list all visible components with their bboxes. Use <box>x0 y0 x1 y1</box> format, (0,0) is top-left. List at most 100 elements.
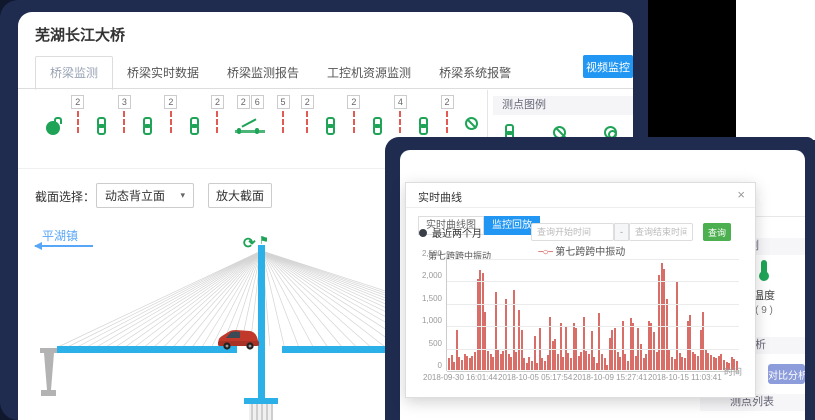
bridge-tower <box>258 245 265 398</box>
deck-gap-right <box>265 346 282 353</box>
gridline <box>447 349 739 350</box>
section-select-dropdown[interactable]: 动态背立面 ▾ <box>96 183 194 208</box>
section-select-label: 截面选择： <box>35 188 95 205</box>
enlarge-section-button[interactable]: 放大截面 <box>208 183 272 208</box>
dash-icon <box>353 111 355 133</box>
flag-sensor-icon: ⚑ <box>259 235 269 247</box>
bridge-sensor[interactable]: 26 <box>235 95 265 141</box>
sensor-count-badge: 2 <box>347 95 360 109</box>
chain-sensor[interactable] <box>96 95 107 135</box>
query-end-time-input[interactable] <box>629 223 693 241</box>
sensor-count-badge: 2 <box>71 95 84 109</box>
tabbar-divider <box>18 88 633 89</box>
dash-icon <box>77 111 79 133</box>
y-tick-label: 500 <box>408 339 442 348</box>
chain-sensor[interactable] <box>418 95 429 135</box>
chart-x-axis-labels: 2018-09-30 16:01:442018-10-05 05:17:5420… <box>446 373 746 383</box>
sensor-count-badge: 2 <box>301 95 314 109</box>
legend-marker-icon: −○− <box>538 247 553 258</box>
sensor-count-badge: 5 <box>277 95 290 109</box>
dash-sensor[interactable]: 2 <box>301 95 314 133</box>
tab-4[interactable]: 桥梁系统报警 <box>425 57 525 89</box>
chart-plot[interactable] <box>446 259 738 371</box>
y-tick-label: 1,500 <box>408 294 442 303</box>
gridline <box>447 304 739 305</box>
chain-icon <box>325 117 336 135</box>
dash-icon <box>170 111 172 133</box>
x-tick-label: 2018-10-09 15:27:41 <box>573 373 647 382</box>
close-icon[interactable]: × <box>737 187 745 202</box>
chain-sensor[interactable] <box>325 95 336 135</box>
chain-sensor[interactable] <box>189 95 200 135</box>
compare-analysis-button[interactable]: 对比分析 <box>768 364 805 384</box>
gridline <box>447 371 739 372</box>
dash-icon <box>216 111 218 133</box>
y-tick-label: 2,500 <box>408 249 442 258</box>
chain-icon <box>142 117 153 135</box>
bridge-icon <box>235 121 265 141</box>
chain-icon <box>372 117 383 135</box>
chain-icon <box>418 117 429 135</box>
legend-label: 第七跨跨中振动 <box>555 247 625 258</box>
x-tick-label: 2018-09-30 16:01:44 <box>423 373 497 382</box>
dash-sensor[interactable]: 2 <box>71 95 84 133</box>
chain-sensor[interactable] <box>142 95 153 135</box>
y-tick-label: 2,000 <box>408 271 442 280</box>
dialog-title: 实时曲线 <box>418 189 462 205</box>
ban-icon <box>465 117 478 130</box>
gridline <box>447 281 739 282</box>
tab-3[interactable]: 工控机资源监测 <box>313 57 425 89</box>
radio-icon <box>419 229 427 237</box>
dash-sensor[interactable]: 2 <box>211 95 224 133</box>
dash-icon <box>123 111 125 133</box>
query-button[interactable]: 查询 <box>703 223 731 241</box>
range-separator: - <box>614 223 629 241</box>
y-tick-label: 0 <box>408 361 442 370</box>
weight-icon <box>46 121 60 135</box>
x-tick-label: 2018-10-15 11:03:41 <box>648 373 722 382</box>
query-start-time-input[interactable] <box>531 223 614 241</box>
dash-sensor[interactable]: 4 <box>394 95 407 133</box>
sensor-count-badge: 3 <box>118 95 131 109</box>
page-title: 芜湖长江大桥 <box>35 24 125 45</box>
rotation-sensor-icon: ⟳ <box>243 235 256 252</box>
y-tick-label: 1,000 <box>408 316 442 325</box>
legend-panel-header: 测点图例 <box>493 96 633 115</box>
badge-pair: 26 <box>237 95 264 109</box>
sensor-count-badge: 2 <box>164 95 177 109</box>
chart-x-axis-title: 时间 <box>724 365 742 378</box>
dash-sensor[interactable]: 2 <box>347 95 360 133</box>
dash-icon <box>399 111 401 133</box>
sensor-count-badge: 6 <box>251 95 264 109</box>
main-tabbar: 桥梁监测桥梁实时数据桥梁监测报告工控机资源监测桥梁系统报警 <box>35 58 617 89</box>
pier-cap <box>244 398 278 404</box>
dash-icon <box>282 111 284 133</box>
dash-sensor[interactable]: 2 <box>441 95 454 133</box>
chain-icon <box>96 117 107 135</box>
chain-sensor[interactable] <box>372 95 383 135</box>
weight-sensor[interactable] <box>46 95 60 135</box>
abutment <box>40 348 57 396</box>
ban-sensor[interactable] <box>465 95 478 130</box>
dash-icon <box>306 111 308 133</box>
chart-y-axis-labels: 05001,0001,5002,0002,500 <box>408 253 444 365</box>
black-backdrop <box>648 0 736 140</box>
dash-sensor[interactable]: 5 <box>277 95 290 133</box>
video-monitor-button[interactable]: 视频监控 <box>583 55 633 78</box>
sensor-count-badge: 2 <box>441 95 454 109</box>
sensor-count-badge: 4 <box>394 95 407 109</box>
tab-2[interactable]: 桥梁监测报告 <box>213 57 313 89</box>
pier-body <box>249 404 273 420</box>
tab-1[interactable]: 桥梁实时数据 <box>113 57 213 89</box>
chain-icon <box>189 117 200 135</box>
chart-bars <box>448 259 738 370</box>
white-backdrop <box>736 0 815 140</box>
dash-sensor[interactable]: 3 <box>118 95 131 133</box>
recent-two-months-radio[interactable]: 最近两个月 <box>419 225 482 240</box>
screen: 芜湖长江大桥 桥梁监测桥梁实时数据桥梁监测报告工控机资源监测桥梁系统报警 视频监… <box>0 0 815 420</box>
gridline <box>447 326 739 327</box>
tab-0[interactable]: 桥梁监测 <box>35 56 113 90</box>
dash-icon <box>446 111 448 133</box>
dash-sensor[interactable]: 2 <box>164 95 177 133</box>
dialog-header: 实时曲线 × <box>406 183 755 208</box>
